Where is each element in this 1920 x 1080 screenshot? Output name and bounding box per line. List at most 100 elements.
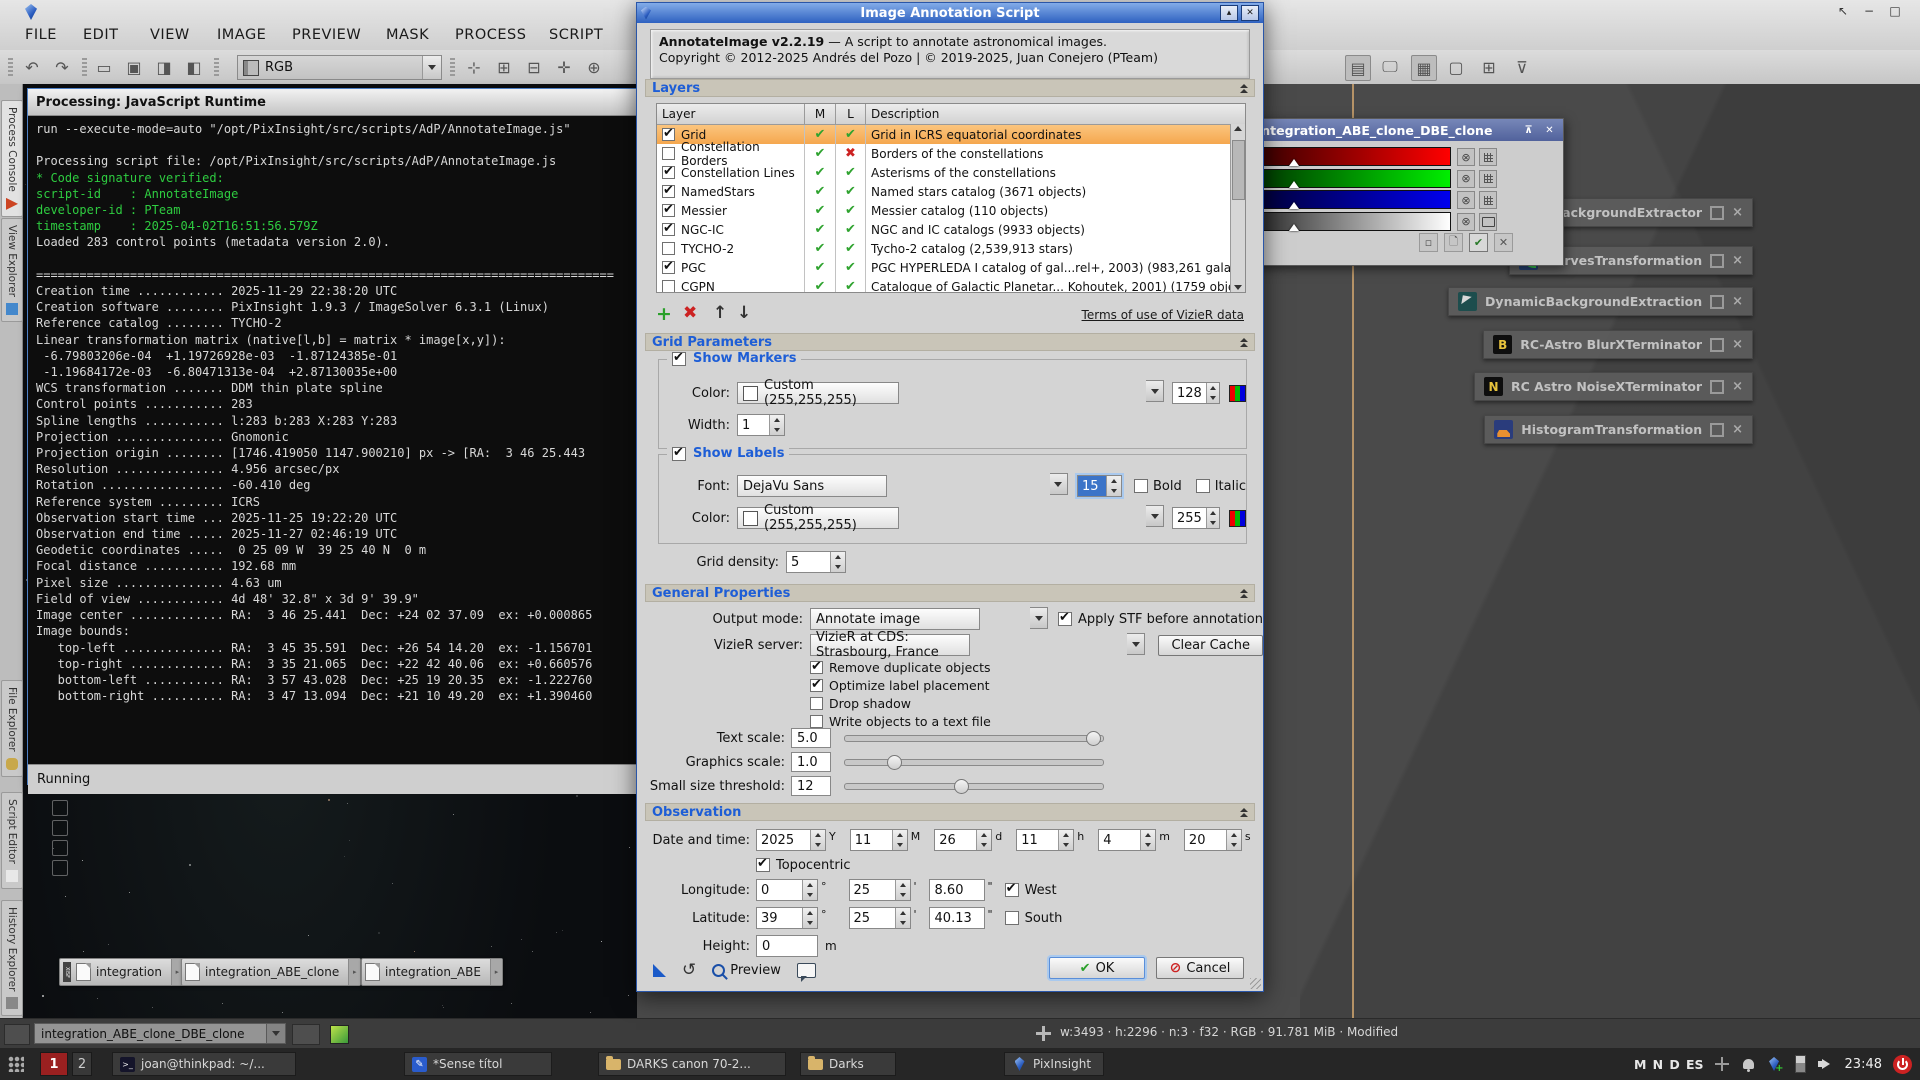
write-objects-to-a-text-file-checkbox[interactable] xyxy=(810,715,823,728)
spin-buttons[interactable] xyxy=(1058,830,1073,850)
stf-gray-bar[interactable] xyxy=(1259,212,1451,231)
move-layer-down-button[interactable]: ↓ xyxy=(737,303,751,323)
south-checkbox[interactable] xyxy=(1005,911,1019,925)
date-h-spinbox[interactable]: 11 xyxy=(1016,829,1074,851)
center-image-icon[interactable]: ⊕ xyxy=(582,55,606,79)
layer-checkbox[interactable] xyxy=(662,204,675,217)
vizier-server-dropdown[interactable]: VizieR at CDS: Strasbourg, France xyxy=(810,634,970,656)
channel-link-icon[interactable] xyxy=(1479,170,1497,188)
iconized-window-integration_ABE[interactable]: integration_ABE▸ xyxy=(361,958,503,986)
process-icon-dynamicbackgroundextraction[interactable]: DynamicBackgroundExtraction× xyxy=(1448,287,1753,316)
notifications-icon[interactable] xyxy=(1741,1057,1756,1072)
stf-apply-icon[interactable]: ✔ xyxy=(1469,233,1488,252)
layer-row[interactable]: CGPN✔✔Catalogue of Galactic Planetar... … xyxy=(657,277,1245,293)
stf-green-bar[interactable] xyxy=(1259,169,1451,188)
menu-item-process[interactable]: PROCESS xyxy=(455,27,526,43)
layer-checkbox[interactable] xyxy=(662,223,675,236)
textscale-field[interactable]: 5.0 xyxy=(791,728,831,748)
menu-item-mask[interactable]: MASK xyxy=(386,27,429,43)
delete-layer-button[interactable]: ✖ xyxy=(683,303,697,323)
longitude-min-spinbox[interactable]: 25 xyxy=(849,879,911,901)
menu-item-file[interactable]: FILE xyxy=(25,27,57,43)
height-field[interactable]: 0 xyxy=(756,935,818,957)
longitude-sec-field[interactable]: 8.60 xyxy=(929,879,985,901)
channel-reset-icon[interactable]: ⊗ xyxy=(1457,170,1475,188)
close-icon[interactable]: ✕ xyxy=(1241,5,1259,21)
latitude-sec-field[interactable]: 40.13 xyxy=(929,907,985,929)
chevron-down-icon[interactable] xyxy=(1030,607,1048,629)
west-checkbox[interactable] xyxy=(1005,883,1019,897)
workspace-button-2[interactable]: 2 xyxy=(72,1052,92,1076)
menu-item-image[interactable]: IMAGE xyxy=(217,27,266,43)
sidebar-toggle-icon[interactable] xyxy=(4,1024,30,1045)
channel-reset-icon[interactable]: ⊗ xyxy=(1457,148,1475,166)
shade-icon[interactable]: ⊼ xyxy=(1521,124,1536,137)
window-minimize-icon[interactable]: − xyxy=(1859,3,1879,19)
close-icon[interactable]: × xyxy=(1732,294,1743,309)
process-icon-rc-astro-blurxterminator[interactable]: BRC-Astro BlurXTerminator× xyxy=(1483,330,1753,359)
grid-density-spinbox[interactable]: 5 xyxy=(786,551,846,573)
date-s-spinbox[interactable]: 20 xyxy=(1184,829,1242,851)
vizier-terms-link[interactable]: Terms of use of VizieR data xyxy=(1082,308,1244,322)
workspace-icon[interactable]: ▦ xyxy=(1411,55,1437,81)
marker-alpha-spinbox[interactable]: 128 xyxy=(1172,382,1220,404)
clock[interactable]: 23:48 xyxy=(1845,1057,1882,1072)
smallsizethreshold-field[interactable]: 12 xyxy=(791,776,831,796)
screen-icon[interactable]: 🖵 xyxy=(1378,55,1402,79)
dialog-title-bar[interactable]: Image Annotation Script ▴ ✕ xyxy=(637,3,1263,23)
expand-icon[interactable]: ▸ xyxy=(348,959,360,985)
chevron-down-icon[interactable] xyxy=(1050,473,1068,495)
ok-button[interactable]: ✔OK xyxy=(1049,957,1145,979)
view-mode-button[interactable] xyxy=(292,1024,320,1045)
sidebar-tab-script-editor[interactable]: Script Editor xyxy=(1,792,23,889)
process-icon-rc-astro-noisexterminator[interactable]: NRC Astro NoiseXTerminator× xyxy=(1474,372,1753,401)
menu-item-preview[interactable]: PREVIEW xyxy=(292,27,361,43)
longitude-deg-spinbox[interactable]: 0 xyxy=(756,879,818,901)
comment-icon[interactable] xyxy=(797,963,816,978)
slider-track[interactable] xyxy=(844,783,1104,790)
slider-thumb[interactable] xyxy=(954,779,969,794)
sidebar-tab-view-explorer[interactable]: View Explorer xyxy=(1,218,23,322)
font-dropdown[interactable]: DejaVu Sans xyxy=(737,475,887,497)
channel-link-icon[interactable] xyxy=(1479,148,1497,166)
restore-icon[interactable] xyxy=(1710,338,1724,352)
stf-new-instance-icon[interactable]: 🗋 xyxy=(1444,233,1463,252)
stf-gray-handle[interactable] xyxy=(1289,224,1299,231)
restore-icon[interactable] xyxy=(1710,254,1724,268)
image-thumbnail-icon[interactable] xyxy=(330,1025,349,1044)
font-size-spinbox[interactable]: 15 xyxy=(1077,475,1122,497)
layer-row[interactable]: Constellation Borders✔✖Borders of the co… xyxy=(657,144,1245,163)
layer-checkbox[interactable] xyxy=(662,147,675,160)
show-markers-checkbox[interactable] xyxy=(672,352,686,366)
zoom-in-icon[interactable]: ⊞ xyxy=(492,55,516,79)
spin-buttons[interactable] xyxy=(892,830,907,850)
spin-buttons[interactable] xyxy=(1106,476,1121,496)
spin-buttons[interactable] xyxy=(1140,830,1155,850)
section-general-properties[interactable]: General Properties xyxy=(645,584,1255,602)
duplicate-image-icon[interactable]: ◨ xyxy=(152,55,176,79)
clear-cache-button[interactable]: Clear Cache xyxy=(1158,635,1263,656)
grid-snap-icon[interactable]: ⊞ xyxy=(1477,55,1501,79)
explorer-toggle-icon[interactable]: ▤ xyxy=(1345,55,1371,81)
pan-icon[interactable]: ✛ xyxy=(552,55,576,79)
table-scrollbar[interactable] xyxy=(1230,124,1245,292)
channel-link-icon[interactable] xyxy=(1479,191,1497,209)
expand-icon[interactable]: ▸ xyxy=(490,959,502,985)
process-icon-histogramtransformation[interactable]: HistogramTransformation× xyxy=(1484,415,1753,444)
layer-row[interactable]: NamedStars✔✔Named stars catalog (3671 ob… xyxy=(657,182,1245,201)
remove-duplicate-objects-checkbox[interactable] xyxy=(810,661,823,674)
iconized-window-integration_ABE_clone[interactable]: integration_ABE_clone▸ xyxy=(181,958,361,986)
volume-meter-icon[interactable] xyxy=(1793,1057,1808,1072)
close-icon[interactable]: × xyxy=(1732,253,1743,268)
color-picker-icon[interactable] xyxy=(1229,385,1246,402)
optimize-label-placement-checkbox[interactable] xyxy=(810,679,823,692)
latitude-min-spinbox[interactable]: 25 xyxy=(849,907,911,929)
preview-button[interactable]: Preview xyxy=(712,963,781,978)
menu-item-edit[interactable]: EDIT xyxy=(83,27,118,43)
redo-icon[interactable]: ↷ xyxy=(50,55,74,79)
move-layer-up-button[interactable]: ↑ xyxy=(713,303,727,323)
layer-checkbox[interactable] xyxy=(662,166,675,179)
restore-icon[interactable] xyxy=(1710,380,1724,394)
layer-row[interactable]: PGC✔✔PGC HYPERLEDA I catalog of gal...re… xyxy=(657,258,1245,277)
bold-checkbox[interactable] xyxy=(1134,479,1148,493)
